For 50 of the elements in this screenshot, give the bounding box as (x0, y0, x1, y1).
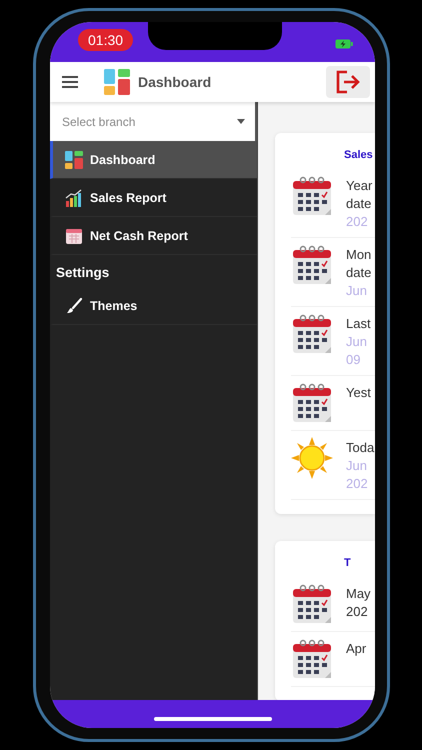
period-row[interactable]: Last Jun 09 (291, 307, 375, 376)
calendar-icon (291, 638, 333, 680)
period-label: Yest (346, 384, 371, 402)
period-row[interactable]: Year date 202 (291, 169, 375, 238)
period-label: date (346, 264, 372, 282)
calendar-icon (291, 583, 333, 625)
calendar-icon (291, 244, 333, 286)
chart-icon (65, 188, 83, 206)
period-row[interactable]: Yest (291, 376, 375, 431)
menu-icon[interactable] (62, 76, 78, 88)
logo-icon (104, 69, 130, 95)
status-time: 01:30 (78, 29, 134, 51)
period-date: 202 (346, 475, 369, 493)
period-row[interactable]: Mon date Jun (291, 238, 375, 307)
period-date: Jun (346, 333, 368, 351)
sun-icon (291, 437, 333, 479)
calendar-icon (291, 382, 333, 424)
period-label: Mon (346, 246, 372, 264)
battery-icon (335, 39, 353, 49)
period-date: 202 (346, 213, 369, 231)
drawer-item[interactable]: Net Cash Report (50, 217, 257, 255)
header-title: Dashboard (138, 74, 212, 90)
period-label: date (346, 195, 372, 213)
brush-icon (65, 296, 83, 314)
card-title: Sales (343, 149, 374, 161)
period-row[interactable]: May 202 (291, 577, 375, 632)
section-heading: Settings (55, 264, 110, 282)
period-label: 202 (346, 603, 369, 621)
period-label: Apr (346, 640, 366, 658)
period-label: Year (346, 177, 372, 195)
period-date: Jun (346, 457, 368, 475)
period-label: May (346, 585, 371, 603)
period-label: Last (346, 315, 371, 333)
period-date: Jun (346, 282, 368, 300)
caret-icon (237, 119, 245, 124)
card-title: T (343, 557, 352, 569)
calendar-icon (65, 226, 83, 244)
logout-icon (335, 70, 361, 94)
calendar-icon (291, 313, 333, 355)
logout-button[interactable] (326, 66, 370, 98)
drawer-item[interactable]: Themes (50, 287, 257, 325)
period-row[interactable]: Toda Jun 202 (291, 431, 375, 500)
drawer-item[interactable]: Dashboard (50, 141, 257, 179)
period-row[interactable]: Apr (291, 632, 375, 687)
select-placeholder: Select branch (62, 114, 136, 128)
period-date: 09 (346, 351, 362, 369)
period-label: Toda (346, 439, 374, 457)
drawer-item[interactable]: Sales Report (50, 179, 257, 217)
calendar-icon (291, 175, 333, 217)
tiles-icon (65, 150, 83, 168)
